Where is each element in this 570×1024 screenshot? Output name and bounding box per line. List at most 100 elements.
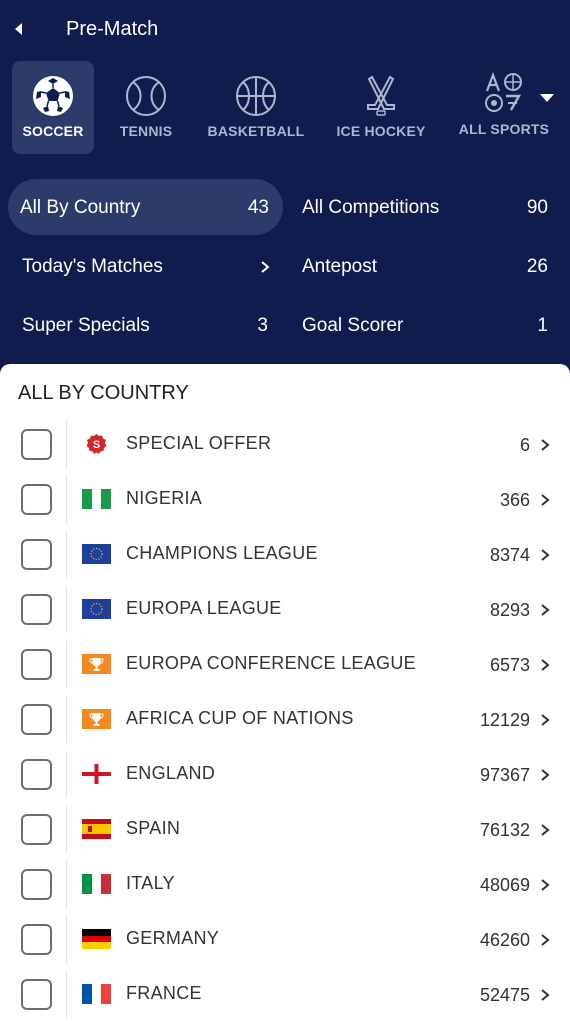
chevron-right-icon <box>541 879 550 891</box>
top-bar: Pre-Match <box>0 0 570 60</box>
list-item-italy[interactable]: ITALY 48069 <box>0 857 570 912</box>
france-flag-icon <box>82 984 111 1004</box>
filter-super-specials[interactable]: Super Specials 3 <box>10 297 282 353</box>
list-item-count: 8374 <box>489 545 530 565</box>
checkbox[interactable] <box>21 759 52 790</box>
list-item-nigeria[interactable]: NIGERIA 366 <box>0 472 570 527</box>
sport-label: SOCCER <box>22 123 84 139</box>
chevron-right-icon <box>541 934 550 946</box>
chevron-right-icon <box>261 261 270 273</box>
list-item-africa-cup-of-nations[interactable]: AFRICA CUP OF NATIONS 12129 <box>0 692 570 747</box>
sport-label: ICE HOCKEY <box>336 123 426 139</box>
list-item-count: 12129 <box>479 710 530 730</box>
country-list-panel: ALL BY COUNTRY S SPECIAL OFFER 6 NIGERIA… <box>0 364 570 1024</box>
list-item-count: 52475 <box>479 985 530 1005</box>
trophy-icon <box>82 709 111 729</box>
checkbox[interactable] <box>21 539 52 570</box>
divider <box>66 476 67 523</box>
eu-flag-icon <box>82 544 111 564</box>
filter-count: 26 <box>526 256 548 277</box>
sport-tab-soccer[interactable]: SOCCER <box>12 61 94 154</box>
sport-label: BASKETBALL <box>207 123 305 139</box>
sport-tab-ice-hockey[interactable]: ICE HOCKEY <box>330 61 432 154</box>
divider <box>66 751 67 798</box>
list-item-special-offer[interactable]: S SPECIAL OFFER 6 <box>0 417 570 472</box>
tennis-ball-icon <box>126 76 166 116</box>
list-item-count: 366 <box>499 490 530 510</box>
sport-tab-all-sports[interactable]: ALL SPORTS <box>454 61 554 154</box>
list-item-label: SPAIN <box>126 818 181 838</box>
list-item-champions-league[interactable]: CHAMPIONS LEAGUE 8374 <box>0 527 570 582</box>
filter-count: 43 <box>247 197 269 218</box>
list-item-count: 46260 <box>479 930 530 950</box>
nigeria-flag-icon <box>82 489 111 509</box>
list-item-europa-league[interactable]: EUROPA LEAGUE 8293 <box>0 582 570 637</box>
checkbox[interactable] <box>21 649 52 680</box>
sport-tab-tennis[interactable]: TENNIS <box>104 61 188 154</box>
divider <box>66 586 67 633</box>
divider <box>66 916 67 963</box>
filter-label: All Competitions <box>302 197 440 218</box>
divider <box>66 641 67 688</box>
divider <box>66 861 67 908</box>
filter-all-by-country[interactable]: All By Country 43 <box>8 179 283 235</box>
filter-label: Antepost <box>302 256 377 277</box>
germany-flag-icon <box>82 929 111 949</box>
filter-label: Goal Scorer <box>302 315 404 336</box>
chevron-right-icon <box>541 549 550 561</box>
checkbox[interactable] <box>21 594 52 625</box>
soccer-ball-icon <box>33 76 73 116</box>
checkbox[interactable] <box>21 979 52 1010</box>
checkbox[interactable] <box>21 814 52 845</box>
italy-flag-icon <box>82 874 111 894</box>
checkbox[interactable] <box>21 924 52 955</box>
list-item-count: 48069 <box>479 875 530 895</box>
divider <box>66 531 67 578</box>
divider <box>66 806 67 853</box>
filter-todays-matches[interactable]: Today's Matches <box>10 238 282 294</box>
list-item-label: NIGERIA <box>126 488 203 508</box>
list-item-label: AFRICA CUP OF NATIONS <box>126 708 354 728</box>
all-sports-icon <box>485 71 522 112</box>
filter-count: 3 <box>257 315 268 336</box>
list-item-label: EUROPA CONFERENCE LEAGUE <box>126 653 416 673</box>
filter-grid: All By Country 43 All Competitions 90 To… <box>0 175 570 365</box>
hockey-sticks-icon <box>367 75 395 116</box>
list-item-germany[interactable]: GERMANY 46260 <box>0 912 570 967</box>
checkbox[interactable] <box>21 484 52 515</box>
sport-tab-basketball[interactable]: BASKETBALL <box>204 61 308 154</box>
list-item-count: 6 <box>519 435 530 455</box>
list-item-label: GERMANY <box>126 928 220 948</box>
filter-goal-scorer[interactable]: Goal Scorer 1 <box>290 297 562 353</box>
filter-count: 1 <box>537 315 548 336</box>
list-item-england[interactable]: ENGLAND 97367 <box>0 747 570 802</box>
chevron-right-icon <box>541 604 550 616</box>
filter-all-competitions[interactable]: All Competitions 90 <box>290 179 562 235</box>
divider <box>66 971 67 1018</box>
checkbox[interactable] <box>21 429 52 460</box>
list-item-europa-conference-league[interactable]: EUROPA CONFERENCE LEAGUE 6573 <box>0 637 570 692</box>
eu-flag-icon <box>82 599 111 619</box>
list-item-count: 76132 <box>479 820 530 840</box>
chevron-right-icon <box>541 989 550 1001</box>
basketball-icon <box>236 76 276 116</box>
list-item-count: 6573 <box>489 655 530 675</box>
checkbox[interactable] <box>21 869 52 900</box>
chevron-right-icon <box>541 824 550 836</box>
chevron-down-icon[interactable] <box>538 92 556 104</box>
list-item-label: CHAMPIONS LEAGUE <box>126 543 318 563</box>
chevron-right-icon <box>541 494 550 506</box>
special-offer-badge-icon: S <box>86 434 107 454</box>
page-title: Pre-Match <box>66 18 159 40</box>
list-item-spain[interactable]: SPAIN 76132 <box>0 802 570 857</box>
list-item-france[interactable]: FRANCE 52475 <box>0 967 570 1022</box>
back-arrow-icon[interactable] <box>12 20 26 38</box>
list-item-count: 8293 <box>489 600 530 620</box>
filter-label: Today's Matches <box>22 256 163 277</box>
filter-antepost[interactable]: Antepost 26 <box>290 238 562 294</box>
checkbox[interactable] <box>21 704 52 735</box>
chevron-right-icon <box>541 769 550 781</box>
chevron-right-icon <box>541 714 550 726</box>
list-item-count: 97367 <box>479 765 530 785</box>
sport-selector: SOCCER TENNIS BASKETBALL ICE HOCKEY ALL … <box>0 60 570 160</box>
